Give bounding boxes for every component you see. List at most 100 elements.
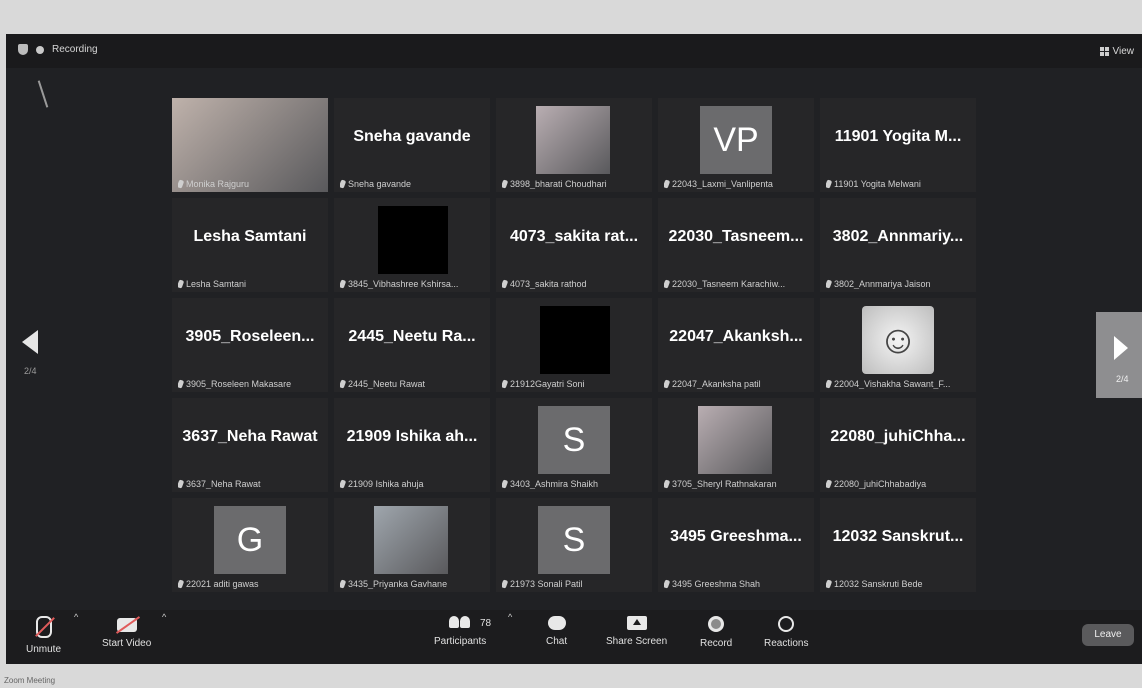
participant-name-label: 3435_Priyanka Gavhane bbox=[340, 579, 486, 589]
participant-tile[interactable]: Lesha Samtani Lesha Samtani bbox=[172, 198, 328, 292]
participant-display-name: 4073_sakita rat... bbox=[509, 228, 639, 245]
participant-tile[interactable]: S 3403_Ashmira Shaikh bbox=[496, 398, 652, 492]
next-page-button[interactable]: 2/4 bbox=[1096, 312, 1142, 398]
participant-name-text: 22080_juhiChhabadiya bbox=[834, 479, 927, 489]
meeting-toolbar: Unmute ^ Start Video ^ 78 Participants ^… bbox=[6, 610, 1142, 664]
share-screen-button[interactable]: Share Screen bbox=[606, 616, 667, 647]
participant-display-name: 3637_Neha Rawat bbox=[182, 428, 318, 445]
muted-mic-icon bbox=[340, 579, 347, 589]
initials-avatar: G bbox=[214, 506, 286, 574]
record-label: Record bbox=[700, 638, 733, 649]
participant-name-label: 22043_Laxmi_Vanlipenta bbox=[664, 179, 810, 189]
participant-name-text: 21909 Ishika ahuja bbox=[348, 479, 424, 489]
participant-name-label: 3705_Sheryl Rathnakaran bbox=[664, 479, 810, 489]
participant-tile[interactable]: 2445_Neetu Ra... 2445_Neetu Rawat bbox=[334, 298, 490, 392]
participant-video-thumbnail bbox=[698, 406, 772, 474]
muted-mic-icon bbox=[826, 379, 833, 389]
participant-tile[interactable]: 3802_Annmariy... 3802_Annmariya Jaison bbox=[820, 198, 976, 292]
participant-tile[interactable]: 3705_Sheryl Rathnakaran bbox=[658, 398, 814, 492]
participant-video-off bbox=[378, 206, 448, 274]
participant-tile[interactable]: 3905_Roseleen... 3905_Roseleen Makasare bbox=[172, 298, 328, 392]
participant-video-thumbnail bbox=[536, 106, 610, 174]
muted-mic-icon bbox=[826, 279, 833, 289]
video-options-caret-icon[interactable]: ^ bbox=[162, 612, 166, 622]
participant-display-name: 22047_Akanksh... bbox=[669, 328, 803, 345]
participant-name-text: 3845_Vibhashree Kshirsa... bbox=[348, 279, 459, 289]
unmute-label: Unmute bbox=[26, 644, 62, 655]
participant-tile[interactable]: ☺ 22004_Vishakha Sawant_F... bbox=[820, 298, 976, 392]
start-video-button[interactable]: Start Video bbox=[102, 616, 151, 649]
participant-name-label: Sneha gavande bbox=[340, 179, 486, 189]
participant-tile[interactable]: 3435_Priyanka Gavhane bbox=[334, 498, 490, 592]
participant-name-label: 22080_juhiChhabadiya bbox=[826, 479, 972, 489]
grid-icon bbox=[1099, 47, 1109, 56]
participant-video-thumbnail bbox=[374, 506, 448, 574]
participant-name-label: 3905_Roseleen Makasare bbox=[178, 379, 324, 389]
participant-name-text: Lesha Samtani bbox=[186, 279, 247, 289]
muted-mic-icon bbox=[340, 379, 347, 389]
participant-tile[interactable]: 22080_juhiChha... 22080_juhiChhabadiya bbox=[820, 398, 976, 492]
record-button[interactable]: Record bbox=[700, 616, 732, 649]
participants-caret-icon[interactable]: ^ bbox=[508, 612, 512, 622]
reactions-icon bbox=[778, 616, 795, 632]
muted-mic-icon bbox=[178, 379, 185, 389]
prev-page-arrow-icon[interactable] bbox=[22, 330, 38, 354]
start-video-label: Start Video bbox=[102, 638, 152, 649]
leave-button[interactable]: Leave bbox=[1082, 624, 1134, 646]
participant-display-name: Lesha Samtani bbox=[193, 228, 307, 245]
participant-tile[interactable]: 4073_sakita rat... 4073_sakita rathod bbox=[496, 198, 652, 292]
participant-name-label: 22047_Akanksha patil bbox=[664, 379, 810, 389]
shield-icon bbox=[18, 44, 28, 55]
muted-mic-icon bbox=[502, 579, 509, 589]
reactions-button[interactable]: Reactions bbox=[764, 616, 808, 649]
participant-name-text: 3495 Greeshma Shah bbox=[672, 579, 761, 589]
participant-name-label: 3898_bharati Choudhari bbox=[502, 179, 648, 189]
participant-name-text: 22043_Laxmi_Vanlipenta bbox=[672, 179, 773, 189]
participant-name-label: 22030_Tasneem Karachiw... bbox=[664, 279, 810, 289]
participant-tile[interactable]: 3845_Vibhashree Kshirsa... bbox=[334, 198, 490, 292]
view-button[interactable]: View bbox=[1099, 46, 1134, 57]
participant-tile[interactable]: 11901 Yogita M... 11901 Yogita Melwani bbox=[820, 98, 976, 192]
participant-name-text: 22004_Vishakha Sawant_F... bbox=[834, 379, 951, 389]
participant-name-text: 3403_Ashmira Shaikh bbox=[510, 479, 599, 489]
participant-name-label: 3845_Vibhashree Kshirsa... bbox=[340, 279, 486, 289]
participant-name-text: 21973 Sonali Patil bbox=[510, 579, 583, 589]
participant-name-label: 3403_Ashmira Shaikh bbox=[502, 479, 648, 489]
muted-mic-icon bbox=[826, 579, 833, 589]
participant-tile[interactable]: 21912Gayatri Soni bbox=[496, 298, 652, 392]
participant-display-name: Sneha gavande bbox=[353, 128, 471, 145]
participant-display-name: 11901 Yogita M... bbox=[834, 128, 962, 145]
record-dot-icon bbox=[36, 45, 44, 54]
participant-name-label: 21909 Ishika ahuja bbox=[340, 479, 486, 489]
muted-mic-icon bbox=[340, 279, 347, 289]
participant-name-text: 4073_sakita rathod bbox=[510, 279, 587, 289]
participant-name-text: 2445_Neetu Rawat bbox=[348, 379, 426, 389]
smiley-avatar-icon: ☺ bbox=[862, 306, 934, 374]
participant-name-label: 21912Gayatri Soni bbox=[502, 379, 648, 389]
chat-button[interactable]: Chat bbox=[546, 616, 567, 647]
unmute-button[interactable]: Unmute bbox=[26, 616, 61, 655]
participant-tile[interactable]: Sneha gavande Sneha gavande bbox=[334, 98, 490, 192]
participant-video-off bbox=[540, 306, 610, 374]
participant-tile[interactable]: 3898_bharati Choudhari bbox=[496, 98, 652, 192]
participant-tile[interactable]: G 22021 aditi gawas bbox=[172, 498, 328, 592]
recording-indicator[interactable]: Recording bbox=[18, 44, 98, 55]
participant-name-label: 4073_sakita rathod bbox=[502, 279, 648, 289]
share-screen-icon bbox=[626, 616, 647, 630]
participant-tile[interactable]: 3495 Greeshma... 3495 Greeshma Shah bbox=[658, 498, 814, 592]
chat-label: Chat bbox=[546, 636, 568, 647]
participant-tile[interactable]: VP 22043_Laxmi_Vanlipenta bbox=[658, 98, 814, 192]
participant-tile[interactable]: 3637_Neha Rawat 3637_Neha Rawat bbox=[172, 398, 328, 492]
participants-button[interactable]: 78 Participants bbox=[434, 616, 491, 647]
reactions-label: Reactions bbox=[764, 638, 809, 649]
audio-options-caret-icon[interactable]: ^ bbox=[74, 612, 78, 622]
muted-mic-icon bbox=[178, 479, 185, 489]
participant-tile[interactable]: 22047_Akanksh... 22047_Akanksha patil bbox=[658, 298, 814, 392]
participant-name-text: 3802_Annmariya Jaison bbox=[834, 279, 931, 289]
participant-tile[interactable]: 12032 Sanskrut... 12032 Sanskruti Bede bbox=[820, 498, 976, 592]
participant-name-text: 3898_bharati Choudhari bbox=[510, 179, 607, 189]
participant-tile[interactable]: S 21973 Sonali Patil bbox=[496, 498, 652, 592]
participant-tile[interactable]: Monika Rajguru bbox=[172, 98, 328, 192]
participant-tile[interactable]: 21909 Ishika ah... 21909 Ishika ahuja bbox=[334, 398, 490, 492]
participant-tile[interactable]: 22030_Tasneem... 22030_Tasneem Karachiw..… bbox=[658, 198, 814, 292]
